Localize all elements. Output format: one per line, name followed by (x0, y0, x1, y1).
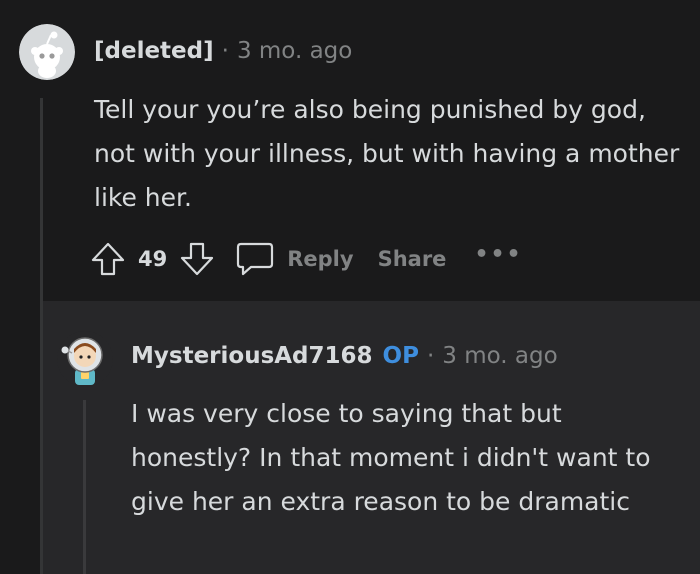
meta-separator: · (426, 343, 435, 369)
arrow-down-icon[interactable] (177, 239, 217, 279)
meta-separator: · (221, 38, 229, 64)
reply-author[interactable]: MysteriousAd7168 (131, 343, 373, 369)
arrow-up-icon[interactable] (88, 239, 128, 279)
reply-timestamp[interactable]: 3 mo. ago (442, 343, 557, 369)
reply-label: Reply (287, 247, 354, 271)
reply-meta: MysteriousAd7168 OP · 3 mo. ago (131, 343, 558, 369)
comment-actions: 49 Reply Share ••• (88, 236, 523, 282)
comment-meta: [deleted] · 3 mo. ago (94, 38, 352, 64)
comment-body: Tell your you’re also being punished by … (94, 95, 680, 212)
comment-timestamp[interactable]: 3 mo. ago (237, 38, 352, 64)
astronaut-avatar-icon (57, 331, 113, 387)
op-badge: OP (382, 343, 419, 369)
comment-author[interactable]: [deleted] (94, 38, 214, 64)
reply-body: I was very close to saying that but hone… (131, 399, 651, 516)
reply-button[interactable]: Reply (235, 239, 354, 279)
chat-bubble-icon (235, 239, 277, 279)
reply-thread-line[interactable] (83, 400, 86, 574)
share-button[interactable]: Share (378, 247, 447, 271)
reddit-snoo-icon (19, 24, 75, 80)
vote-count: 49 (138, 247, 168, 271)
more-options-button[interactable]: ••• (474, 242, 522, 267)
